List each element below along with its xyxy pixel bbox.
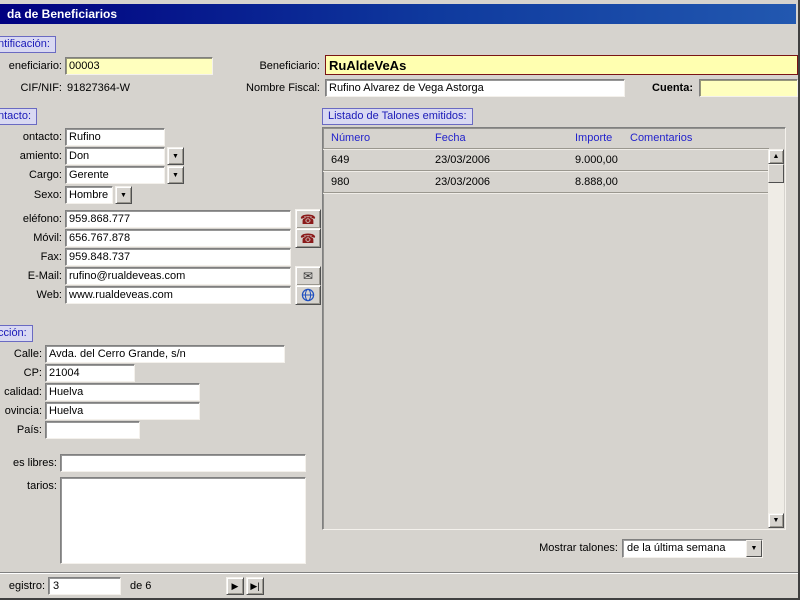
table-row[interactable]: 980 23/03/2006 8.888,00 [323, 172, 769, 193]
mostrar-talones-select[interactable]: de la última semana ▼ [622, 539, 763, 558]
talones-table-header: Número Fecha Importe Comentarios [323, 128, 769, 149]
column-fecha: Fecha [435, 132, 466, 144]
registro-label: egistro: [8, 580, 45, 592]
scroll-down-button[interactable]: ▼ [768, 513, 784, 528]
nombre-fiscal-field[interactable]: Rufino Alvarez de Vega Astorga [325, 79, 625, 97]
tratamiento-dropdown-button[interactable]: ▼ [167, 147, 184, 165]
talones-table: Número Fecha Importe Comentarios 649 23/… [322, 127, 786, 530]
beneficiario-label: Beneficiario: [259, 60, 320, 72]
provincia-label: ovincia: [4, 405, 42, 417]
pais-label: País: [16, 424, 42, 436]
cell-fecha: 23/03/2006 [435, 154, 491, 166]
fax-field[interactable]: 959.848.737 [65, 248, 291, 266]
tratamiento-label: amiento: [19, 150, 62, 162]
next-record-icon: ▶ [231, 580, 239, 591]
dial-telefono-button[interactable]: ☎ [295, 209, 321, 229]
table-scrollbar[interactable]: ▲ ▼ [768, 149, 784, 528]
beneficiario-code-label: eneficiario: [8, 60, 62, 72]
record-count-label: de 6 [130, 580, 152, 592]
mostrar-talones-dropdown-button[interactable]: ▼ [746, 540, 762, 557]
chevron-down-icon: ▼ [172, 171, 179, 179]
web-field[interactable]: www.rualdeveas.com [65, 286, 291, 304]
chevron-down-icon: ▼ [120, 191, 127, 199]
column-comentarios: Comentarios [630, 132, 693, 144]
chevron-down-icon: ▼ [172, 152, 179, 160]
comentarios-field[interactable] [60, 477, 306, 564]
sexo-field[interactable]: Hombre [65, 186, 113, 204]
movil-field[interactable]: 656.767.878 [65, 229, 291, 247]
column-numero: Número [331, 132, 371, 144]
table-row[interactable]: 649 23/03/2006 9.000,00 [323, 150, 769, 171]
section-identificacion: ntificación: [0, 36, 56, 53]
email-label: E-Mail: [27, 270, 62, 282]
mostrar-talones-label: Mostrar talones: [539, 542, 618, 554]
nav-divider [0, 572, 798, 574]
telefono-field[interactable]: 959.868.777 [65, 210, 291, 228]
section-talones: Listado de Talones emitidos: [322, 108, 473, 125]
envelope-icon: ✉ [302, 269, 314, 283]
fax-label: Fax: [40, 251, 62, 263]
pais-field[interactable] [45, 421, 140, 439]
section-direccion: cción: [0, 325, 33, 342]
web-label: Web: [36, 289, 62, 301]
title-bar[interactable]: da de Beneficiarios [0, 4, 796, 24]
cuenta-label: Cuenta: [652, 82, 693, 94]
arrow-down-icon: ▼ [772, 517, 780, 524]
cell-numero: 649 [331, 154, 350, 166]
column-importe: Importe [575, 132, 613, 144]
last-record-icon: ▶| [250, 580, 260, 591]
cif-label: CIF/NIF: [20, 82, 62, 94]
send-email-button[interactable]: ✉ [295, 266, 321, 286]
globe-icon [301, 288, 315, 302]
chevron-down-icon: ▼ [750, 545, 758, 552]
notas-libres-label: es libres: [12, 457, 57, 469]
provincia-field[interactable]: Huelva [45, 402, 200, 420]
mostrar-talones-value: de la última semana [627, 542, 726, 554]
next-record-button[interactable]: ▶ [226, 577, 244, 595]
sexo-dropdown-button[interactable]: ▼ [115, 186, 132, 204]
persona-contacto-label: ontacto: [22, 131, 62, 143]
calle-field[interactable]: Avda. del Cerro Grande, s/n [45, 345, 285, 363]
record-number-field[interactable]: 3 [48, 577, 121, 595]
section-contacto: ntacto: [0, 108, 38, 125]
email-field[interactable]: rufino@rualdeveas.com [65, 267, 291, 285]
sexo-label: Sexo: [33, 189, 62, 201]
beneficiarios-window: da de Beneficiarios ntificación: enefici… [0, 0, 800, 600]
last-record-button[interactable]: ▶| [246, 577, 264, 595]
cell-importe: 9.000,00 [575, 154, 618, 166]
cargo-label: Cargo: [28, 169, 62, 181]
nombre-fiscal-label: Nombre Fiscal: [246, 82, 320, 94]
scrollbar-thumb[interactable] [768, 164, 784, 183]
persona-contacto-field[interactable]: Rufino [65, 128, 165, 146]
calle-label: Calle: [13, 348, 42, 360]
notas-libres-field[interactable] [60, 454, 306, 472]
phone-icon: ☎ [299, 211, 317, 227]
cuenta-field[interactable] [699, 79, 798, 97]
cargo-field[interactable]: Gerente [65, 166, 165, 184]
movil-label: Móvil: [33, 232, 62, 244]
arrow-up-icon: ▲ [772, 153, 780, 160]
cp-label: CP: [23, 367, 42, 379]
cell-importe: 8.888,00 [575, 176, 618, 188]
phone-icon: ☎ [299, 230, 317, 246]
window-title: da de Beneficiarios [7, 7, 118, 21]
cp-field[interactable]: 21004 [45, 364, 135, 382]
localidad-field[interactable]: Huelva [45, 383, 200, 401]
cell-fecha: 23/03/2006 [435, 176, 491, 188]
beneficiario-code-field[interactable]: 00003 [65, 57, 213, 75]
cargo-dropdown-button[interactable]: ▼ [167, 166, 184, 184]
dial-movil-button[interactable]: ☎ [295, 228, 321, 248]
tratamiento-field[interactable]: Don [65, 147, 165, 165]
cif-value: 91827364-W [67, 82, 130, 94]
scroll-up-button[interactable]: ▲ [768, 149, 784, 164]
open-web-button[interactable] [295, 285, 321, 305]
telefono-label: eléfono: [22, 213, 62, 225]
comentarios-label: tarios: [27, 480, 57, 492]
localidad-label: calidad: [4, 386, 42, 398]
cell-numero: 980 [331, 176, 350, 188]
beneficiario-field[interactable]: RuAldeVeAs [325, 55, 798, 75]
